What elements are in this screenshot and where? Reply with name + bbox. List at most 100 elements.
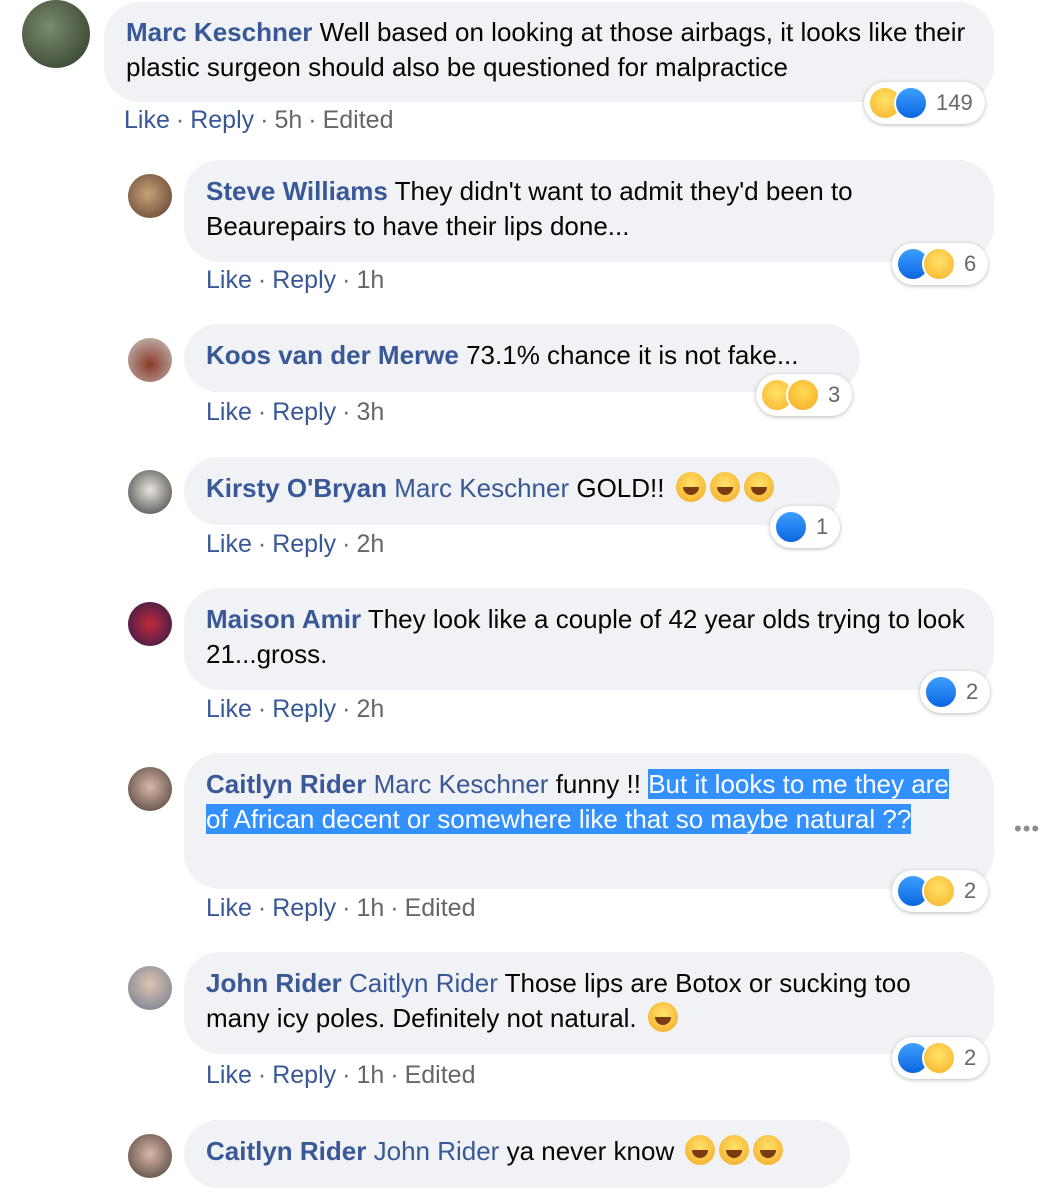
reaction-summary[interactable]: 3 (756, 374, 853, 416)
separator: · (342, 894, 351, 922)
like-reaction-icon (924, 675, 958, 709)
reply-link[interactable]: Reply (190, 106, 254, 134)
avatar[interactable] (128, 767, 172, 811)
comment-text: 73.1% chance it is not fake... (466, 340, 799, 370)
reaction-summary[interactable]: 149 (864, 82, 985, 124)
avatar[interactable] (128, 966, 172, 1010)
separator: · (390, 1061, 399, 1089)
like-link[interactable]: Like (124, 106, 170, 134)
like-link[interactable]: Like (206, 695, 252, 723)
comment-mention[interactable]: Caitlyn Rider (349, 968, 498, 998)
reply-link[interactable]: Reply (272, 266, 336, 294)
separator: · (342, 1061, 351, 1089)
rofl-emoji-icon (743, 472, 774, 502)
like-link[interactable]: Like (206, 530, 252, 558)
separator: · (175, 106, 185, 134)
edited-label[interactable]: Edited (405, 894, 476, 922)
like-link[interactable]: Like (206, 1061, 252, 1089)
reaction-summary[interactable]: 6 (892, 243, 989, 285)
comment-actions: Like · Reply · 2h (206, 530, 384, 559)
comment-text: funny !! (555, 769, 641, 799)
reply-link[interactable]: Reply (272, 1061, 336, 1089)
comment-time[interactable]: 5h (274, 106, 302, 134)
laughing-emoji-icon (719, 1135, 750, 1165)
comment-time[interactable]: 2h (356, 530, 384, 558)
comment-bubble: Steve Williams They didn't want to admit… (184, 160, 994, 262)
separator: · (390, 894, 399, 922)
comment-bubble: Maison Amir They look like a couple of 4… (184, 588, 994, 690)
reaction-count: 149 (936, 90, 973, 115)
comment-time[interactable]: 3h (356, 398, 384, 426)
like-reaction-icon (894, 86, 928, 120)
comment-text: GOLD!! (576, 473, 665, 503)
comment-actions: Like · Reply · 5h · Edited (124, 106, 393, 135)
comment-author[interactable]: Maison Amir (206, 604, 361, 634)
comment-author[interactable]: Caitlyn Rider (206, 1136, 366, 1166)
comment-author[interactable]: Marc Keschner (126, 17, 312, 47)
comment-actions: Like · Reply · 1h · Edited (206, 894, 475, 923)
comment-actions: Like · Reply · 1h · Edited (206, 1061, 475, 1090)
more-options-icon[interactable]: ••• (1014, 816, 1040, 842)
separator: · (257, 695, 267, 723)
avatar[interactable] (128, 174, 172, 218)
comment-author[interactable]: Steve Williams (206, 176, 388, 206)
avatar[interactable] (128, 1134, 172, 1178)
comment-author[interactable]: Koos van der Merwe (206, 340, 459, 370)
laughing-emoji-icon (685, 1135, 716, 1165)
separator: · (257, 398, 267, 426)
comment-time[interactable]: 1h (356, 1061, 384, 1089)
separator: · (257, 266, 267, 294)
avatar[interactable] (128, 470, 172, 514)
comment-author[interactable]: Kirsty O'Bryan (206, 473, 387, 503)
like-reaction-icon (774, 510, 808, 544)
haha-reaction-icon (922, 874, 956, 908)
comment-author[interactable]: John Rider (206, 968, 342, 998)
separator: · (257, 894, 267, 922)
separator: · (257, 1061, 267, 1089)
laughing-emoji-icon (753, 1135, 784, 1165)
comment-mention[interactable]: Marc Keschner (394, 473, 569, 503)
reaction-count: 2 (964, 1045, 977, 1070)
edited-label[interactable]: Edited (323, 106, 394, 134)
separator: · (342, 266, 351, 294)
comment-time[interactable]: 1h (356, 266, 384, 294)
comment-mention[interactable]: John Rider (374, 1136, 500, 1166)
avatar[interactable] (128, 602, 172, 646)
comment-mention[interactable]: Marc Keschner (374, 769, 549, 799)
care-reaction-icon (786, 378, 820, 412)
comment-bubble: Marc Keschner Well based on looking at t… (104, 2, 994, 102)
reply-link[interactable]: Reply (272, 894, 336, 922)
avatar[interactable] (128, 338, 172, 382)
comment-author[interactable]: Caitlyn Rider (206, 769, 366, 799)
avatar[interactable] (22, 0, 90, 68)
like-link[interactable]: Like (206, 266, 252, 294)
like-link[interactable]: Like (206, 894, 252, 922)
reaction-count: 2 (966, 679, 979, 704)
comment-time[interactable]: 2h (356, 695, 384, 723)
comment-bubble: Kirsty O'Bryan Marc Keschner GOLD!! (184, 457, 840, 525)
separator: · (308, 106, 317, 134)
comment-actions: Like · Reply · 3h (206, 398, 384, 427)
comment-text: ya never know (506, 1136, 675, 1166)
edited-label[interactable]: Edited (405, 1061, 476, 1089)
reply-link[interactable]: Reply (272, 398, 336, 426)
reaction-summary[interactable]: 1 (770, 506, 841, 548)
comment-time[interactable]: 1h (356, 894, 384, 922)
comment-actions: Like · Reply · 1h (206, 266, 384, 295)
laughing-emoji-icon (647, 1002, 678, 1032)
haha-reaction-icon (922, 1041, 956, 1075)
reply-link[interactable]: Reply (272, 695, 336, 723)
reaction-count: 1 (816, 514, 829, 539)
comment-bubble: John Rider Caitlyn Rider Those lips are … (184, 952, 994, 1054)
separator: · (342, 695, 351, 723)
reaction-summary[interactable]: 2 (892, 1037, 989, 1079)
reaction-summary[interactable]: 2 (920, 671, 991, 713)
reaction-summary[interactable]: 2 (892, 870, 989, 912)
separator: · (342, 530, 351, 558)
reply-link[interactable]: Reply (272, 530, 336, 558)
haha-reaction-icon (922, 247, 956, 281)
separator: · (257, 530, 267, 558)
rofl-emoji-icon (709, 472, 740, 502)
reaction-count: 2 (964, 878, 977, 903)
like-link[interactable]: Like (206, 398, 252, 426)
